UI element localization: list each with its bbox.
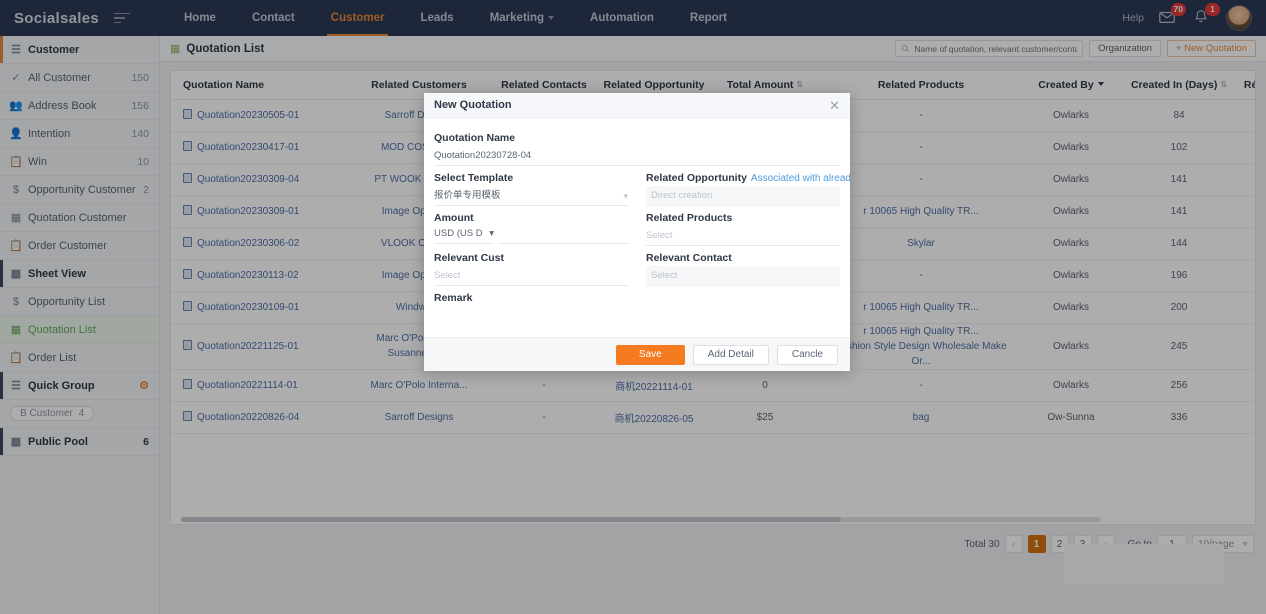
save-button[interactable]: Save <box>615 344 685 365</box>
select-template-dropdown[interactable]: 报价单专用模板 ▾ <box>434 186 628 206</box>
relevant-contact-label: Relevant Contact <box>646 252 732 264</box>
field-quotation-name: Quotation Name Quotation20230728-04 <box>434 126 840 166</box>
currency-dropdown[interactable]: USD (US D ▾ <box>434 224 494 244</box>
select-template-label: Select Template <box>434 172 514 184</box>
related-opportunity-label-group: Related Opportunity Associated with alre… <box>646 172 850 184</box>
modal-row-quotation-name: Quotation Name Quotation20230728-04 <box>434 126 840 166</box>
field-relevant-customer: Relevant Cust Select <box>434 246 628 286</box>
related-opportunity-input[interactable]: Direct creation <box>646 186 840 206</box>
select-template-value: 报价单专用模板 <box>434 189 501 201</box>
related-products-input[interactable]: Select <box>646 226 840 246</box>
field-amount: Amount USD (US D ▾ <box>434 206 628 246</box>
relevant-contact-input[interactable]: Select <box>646 266 840 286</box>
amount-row: USD (US D ▾ <box>434 224 628 244</box>
field-related-products: Related Products Select <box>646 206 840 246</box>
related-opportunity-label: Related Opportunity <box>646 172 747 184</box>
quotation-name-label: Quotation Name <box>434 132 516 144</box>
close-icon[interactable]: ✕ <box>829 99 840 112</box>
modal-row-remark: Remark <box>434 286 840 337</box>
chevron-down-icon: ▾ <box>489 227 494 239</box>
cancel-button[interactable]: Cancle <box>776 344 838 365</box>
remark-input[interactable] <box>434 306 840 337</box>
modal-title: New Quotation <box>434 99 512 111</box>
modal-row-amount-products: Amount USD (US D ▾ Related Products Sele… <box>434 206 840 246</box>
modal-row-template-opportunity: Select Template 报价单专用模板 ▾ Related Opport… <box>434 166 850 206</box>
field-related-opportunity: Related Opportunity Associated with alre… <box>646 166 850 206</box>
relevant-customer-label: Relevant Cust <box>434 252 505 264</box>
add-detail-button[interactable]: Add Detail <box>692 344 769 365</box>
currency-value: USD (US D <box>434 227 483 239</box>
related-products-label: Related Products <box>646 212 733 224</box>
quotation-name-input[interactable]: Quotation20230728-04 <box>434 146 840 166</box>
chevron-down-icon: ▾ <box>623 190 628 201</box>
field-select-template: Select Template 报价单专用模板 ▾ <box>434 166 628 206</box>
associated-with-already-link[interactable]: Associated with already <box>751 173 850 184</box>
field-relevant-contact: Relevant Contact Select <box>646 246 840 286</box>
amount-input[interactable] <box>500 224 628 244</box>
modal-row-relevant: Relevant Cust Select Relevant Contact Se… <box>434 246 840 286</box>
modal-header: New Quotation ✕ <box>424 93 850 118</box>
relevant-customer-input[interactable]: Select <box>434 266 628 286</box>
modal-footer: Save Add Detail Cancle <box>424 337 850 371</box>
new-quotation-modal: New Quotation ✕ Quotation Name Quotation… <box>424 93 850 371</box>
modal-body: Quotation Name Quotation20230728-04 Sele… <box>424 118 850 337</box>
field-remark: Remark <box>434 286 840 337</box>
remark-label: Remark <box>434 292 473 304</box>
amount-label: Amount <box>434 212 474 224</box>
